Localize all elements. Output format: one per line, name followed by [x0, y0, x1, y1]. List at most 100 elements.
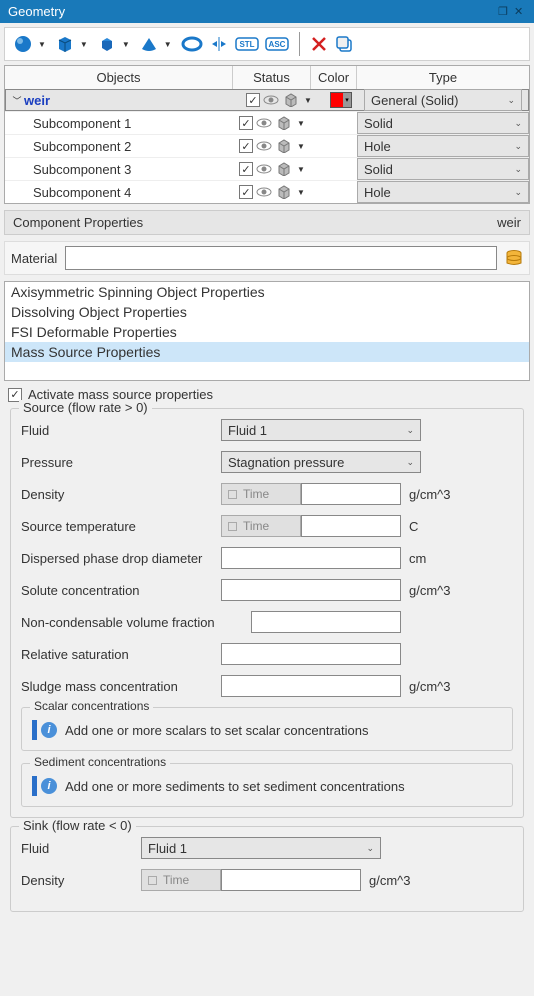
- visibility-icon[interactable]: [255, 163, 273, 175]
- torus-tool[interactable]: [179, 32, 205, 56]
- visibility-icon[interactable]: [255, 186, 273, 198]
- row-name: Subcomponent 1: [15, 116, 131, 131]
- table-row[interactable]: Subcomponent 3 ✓▼ Solid⌄: [5, 157, 529, 180]
- info-icon: i: [41, 722, 57, 738]
- chevron-down-icon[interactable]: ▼: [304, 96, 312, 105]
- header-color[interactable]: Color: [311, 66, 357, 89]
- delete-tool[interactable]: [308, 33, 330, 55]
- type-select[interactable]: Solid⌄: [357, 112, 529, 134]
- chevron-down-icon[interactable]: ▼: [38, 40, 46, 49]
- time-button[interactable]: Time: [141, 869, 221, 891]
- chevron-down-icon[interactable]: ▼: [297, 188, 305, 197]
- drop-diameter-label: Dispersed phase drop diameter: [21, 551, 221, 566]
- list-item[interactable]: Dissolving Object Properties: [5, 302, 529, 322]
- properties-list[interactable]: Axisymmetric Spinning Object Properties …: [4, 281, 530, 381]
- asc-tool[interactable]: ASC: [263, 33, 291, 55]
- visibility-icon[interactable]: [255, 117, 273, 129]
- box-tool[interactable]: [53, 32, 77, 56]
- chevron-down-icon[interactable]: ▼: [297, 142, 305, 151]
- visibility-icon[interactable]: [262, 94, 280, 106]
- sphere-tool[interactable]: [11, 32, 35, 56]
- table-row[interactable]: Subcomponent 2 ✓ ▼ Hole⌄: [5, 134, 529, 157]
- cone-tool[interactable]: [137, 32, 161, 56]
- chevron-down-icon[interactable]: ▼: [297, 119, 305, 128]
- type-select[interactable]: Hole⌄: [357, 181, 529, 203]
- info-message: i Add one or more scalars to set scalar …: [32, 720, 502, 740]
- svg-text:ASC: ASC: [268, 40, 285, 49]
- close-icon[interactable]: ✕: [510, 5, 526, 18]
- pressure-select[interactable]: Stagnation pressure⌄: [221, 451, 421, 473]
- sediment-message: Add one or more sediments to set sedimen…: [65, 779, 405, 794]
- ncvf-label: Non-condensable volume fraction: [21, 615, 251, 630]
- mirror-tool[interactable]: [207, 32, 231, 56]
- pressure-label: Pressure: [21, 455, 221, 470]
- type-select[interactable]: Solid⌄: [357, 158, 529, 180]
- solute-input[interactable]: [221, 579, 401, 601]
- render-icon[interactable]: [275, 116, 293, 130]
- chevron-down-icon[interactable]: ▼: [164, 40, 172, 49]
- scalar-title: Scalar concentrations: [30, 699, 153, 713]
- separator: [299, 32, 300, 56]
- sink-fluid-select[interactable]: Fluid 1⌄: [141, 837, 381, 859]
- temperature-label: Source temperature: [21, 519, 221, 534]
- table-row[interactable]: ﹀weir ✓ ▼ ▾ General (Solid)⌄: [5, 89, 529, 111]
- sink-title: Sink (flow rate < 0): [19, 818, 136, 833]
- chevron-down-icon[interactable]: ▼: [122, 40, 130, 49]
- enable-checkbox[interactable]: ✓: [239, 139, 253, 153]
- sludge-input[interactable]: [221, 675, 401, 697]
- list-item[interactable]: Axisymmetric Spinning Object Properties: [5, 282, 529, 302]
- toolbar: ▼ ▼ ▼ ▼ STL ASC: [4, 27, 530, 61]
- source-group: Source (flow rate > 0) Fluid Fluid 1⌄ Pr…: [10, 408, 524, 818]
- component-properties-label: Component Properties: [13, 215, 143, 230]
- time-button[interactable]: Time: [221, 515, 301, 537]
- header-type[interactable]: Type: [357, 66, 529, 89]
- render-icon[interactable]: [275, 139, 293, 153]
- expand-icon[interactable]: ﹀: [12, 94, 22, 107]
- enable-checkbox[interactable]: ✓: [239, 116, 253, 130]
- sink-density-label: Density: [21, 873, 141, 888]
- chevron-down-icon[interactable]: ▼: [80, 40, 88, 49]
- table-row[interactable]: Subcomponent 4 ✓ ▼ Hole⌄: [5, 180, 529, 203]
- render-icon[interactable]: [275, 185, 293, 199]
- list-item[interactable]: FSI Deformable Properties: [5, 322, 529, 342]
- time-button[interactable]: Time: [221, 483, 301, 505]
- ncvf-input[interactable]: [251, 611, 401, 633]
- density-input[interactable]: [301, 483, 401, 505]
- cylinder-tool[interactable]: [95, 32, 119, 56]
- row-name: Subcomponent 4: [15, 185, 131, 200]
- enable-checkbox[interactable]: ✓: [239, 162, 253, 176]
- temperature-input[interactable]: [301, 515, 401, 537]
- color-swatch[interactable]: ▾: [330, 92, 352, 108]
- relsat-input[interactable]: [221, 643, 401, 665]
- material-input[interactable]: [65, 246, 497, 270]
- row-name: Subcomponent 2: [15, 139, 131, 154]
- chevron-down-icon[interactable]: ▼: [297, 165, 305, 174]
- table-row[interactable]: Subcomponent 1 ✓ ▼ Solid⌄: [5, 111, 529, 134]
- sediment-title: Sediment concentrations: [30, 755, 170, 769]
- copy-tool[interactable]: [332, 32, 356, 56]
- fluid-select[interactable]: Fluid 1⌄: [221, 419, 421, 441]
- row-name: weir: [22, 93, 50, 108]
- material-row: Material: [4, 241, 530, 275]
- drop-diameter-input[interactable]: [221, 547, 401, 569]
- sink-group: Sink (flow rate < 0) Fluid Fluid 1⌄ Dens…: [10, 826, 524, 912]
- list-item[interactable]: Mass Source Properties: [5, 342, 529, 362]
- render-icon[interactable]: [282, 93, 300, 107]
- svg-text:STL: STL: [239, 40, 254, 49]
- visibility-icon[interactable]: [255, 140, 273, 152]
- header-status[interactable]: Status: [233, 66, 311, 89]
- type-select[interactable]: Hole⌄: [357, 135, 529, 157]
- sink-density-input[interactable]: [221, 869, 361, 891]
- enable-checkbox[interactable]: ✓: [239, 185, 253, 199]
- header-objects[interactable]: Objects: [5, 66, 233, 89]
- table-header: Objects Status Color Type: [5, 66, 529, 89]
- render-icon[interactable]: [275, 162, 293, 176]
- database-icon[interactable]: [505, 249, 523, 267]
- fluid-label: Fluid: [21, 423, 221, 438]
- type-select[interactable]: General (Solid)⌄: [364, 89, 522, 111]
- sediment-group: Sediment concentrations i Add one or mor…: [21, 763, 513, 807]
- restore-icon[interactable]: ❐: [494, 5, 510, 18]
- stl-tool[interactable]: STL: [233, 33, 261, 55]
- density-unit: g/cm^3: [409, 487, 451, 502]
- enable-checkbox[interactable]: ✓: [246, 93, 260, 107]
